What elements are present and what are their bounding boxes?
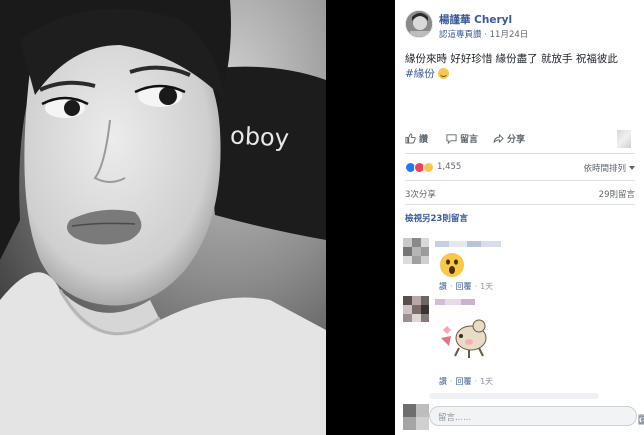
pixelated-avatar [403,404,429,430]
post-hashtag-line: #緣份 [405,67,637,82]
divider [405,204,635,205]
post-date[interactable]: 11月24日 [490,30,529,40]
like-button[interactable]: 讚 [405,132,428,145]
post-sidebar: 楊謹華 Cheryl 認這專頁讚 · 11月24日 緣份來時 好好珍惜 緣份盡了… [395,0,644,435]
comment-like-link[interactable]: 讚 [439,377,447,386]
thumbs-up-icon [405,133,416,144]
page-like-link[interactable]: 認這專頁讚 [439,30,482,40]
post-header: 楊謹華 Cheryl 認這專頁讚 · 11月24日 [405,10,635,44]
comment-button[interactable]: 留言 [446,132,478,145]
smile-emoji-icon [437,68,449,79]
share-button[interactable]: 分享 [493,132,525,145]
comment-placeholder: 留言...... [438,413,472,423]
sort-dropdown[interactable]: 依時間排列 [583,162,635,174]
commenter-avatar-blurred[interactable] [403,296,429,322]
comment-count[interactable]: 29則留言 [599,188,635,200]
like-label: 讚 [419,135,429,145]
meta-dot: · [474,282,478,291]
comment-label: 留言 [460,135,479,145]
comment-item: 讚 · 回覆 · 1天 [395,296,644,386]
post-stats: 3次分享 29則留言 [405,188,635,202]
author-name[interactable]: 楊謹華 Cheryl [439,12,512,27]
wow-sticker-icon [440,253,464,277]
meta-dot: · [450,282,453,291]
comment-composer: 留言...... [395,398,644,435]
commenter-name-blurred[interactable] [435,240,505,248]
reaction-count[interactable]: 1,455 [437,162,461,172]
sticker-icon[interactable] [638,414,644,425]
sort-label: 依時間排列 [583,164,626,174]
author-avatar[interactable] [405,10,433,38]
post-text: 緣份來時 好好珍惜 緣份盡了 就放手 祝福彼此 #緣份 [405,52,637,82]
view-more-comments-link[interactable]: 檢視另23則留言 [405,212,468,224]
comment-item: 讚 · 回覆 · 1天 [395,238,644,294]
comment-time[interactable]: 1天 [480,282,493,291]
commenter-avatar-blurred[interactable] [403,238,429,264]
comment-actions: 讚 · 回覆 · 1天 [439,281,493,292]
meta-dot: · [450,377,453,386]
viewer-avatar-blurred [403,404,429,430]
share-count[interactable]: 3次分享 [405,190,436,200]
post-photo[interactable]: oboy [0,0,326,435]
bear-sticker-icon [441,319,487,358]
share-label: 分享 [507,135,526,145]
meta-dot: · [474,377,478,386]
action-bar: 讚 留言 分享 [395,130,644,152]
comment-input[interactable]: 留言...... [429,406,644,426]
post-body: 緣份來時 好好珍惜 緣份盡了 就放手 祝福彼此 [405,53,618,65]
photo-viewer: oboy 楊謹華 Cheryl 認這專頁讚 · 11月24日 緣份來時 好好珍惜… [0,0,644,435]
comment-reply-link[interactable]: 回覆 [456,377,472,386]
viewer-avatar-blurred [617,130,631,148]
pixelated-avatar [403,238,429,264]
wow-reaction-icon [423,162,434,173]
comment-actions: 讚 · 回覆 · 1天 [439,376,493,387]
photo-image: oboy [0,0,326,435]
post-meta: 認這專頁讚 · 11月24日 [439,28,528,40]
comment-reply-link[interactable]: 回覆 [456,282,472,291]
caret-down-icon [629,166,635,170]
divider [405,180,635,181]
pixelated-avatar [403,296,429,322]
divider [405,153,635,154]
speech-bubble-icon [446,134,457,144]
pillow-logo: oboy [229,121,289,152]
share-arrow-icon [493,133,504,144]
avatar-image [406,11,432,37]
reaction-summary[interactable]: 1,455 依時間排列 [405,160,635,176]
comment-like-link[interactable]: 讚 [439,282,447,291]
commenter-name-blurred[interactable] [435,298,479,306]
comment-time[interactable]: 1天 [480,377,493,386]
hashtag-link[interactable]: #緣份 [405,68,435,80]
